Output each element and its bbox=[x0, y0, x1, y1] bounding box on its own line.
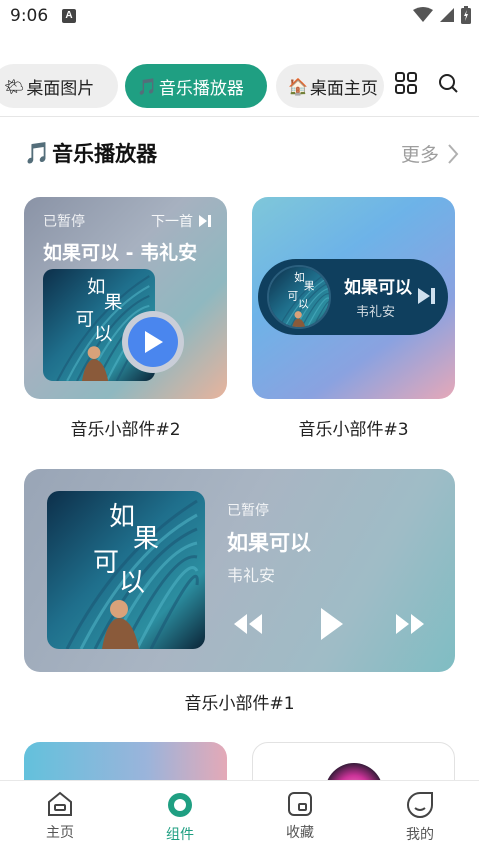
more-link[interactable]: 更多 bbox=[401, 140, 459, 167]
music-widget-1-card[interactable]: 如果可以 已暂停 如果可以 韦礼安 bbox=[24, 469, 455, 672]
grid-icon[interactable] bbox=[395, 72, 417, 94]
status-time: 9:06 bbox=[10, 6, 49, 26]
tab-wallpaper[interactable]: 🌤 桌面图片 bbox=[0, 64, 118, 108]
play-icon bbox=[145, 331, 163, 353]
widget-3-label: 音乐小部件#3 bbox=[298, 420, 409, 440]
home-icon bbox=[48, 791, 72, 816]
widget-icon bbox=[168, 793, 192, 817]
skip-next-icon[interactable] bbox=[418, 287, 436, 305]
album-art-title-char: 果 bbox=[133, 524, 159, 554]
album-art-title-char: 如 bbox=[87, 277, 105, 298]
music-note-icon: 🎵 bbox=[137, 76, 157, 96]
bottom-navigation: 主页 组件 收藏 我的 bbox=[0, 780, 479, 851]
nav-label: 我的 bbox=[406, 827, 434, 843]
album-art-title-char: 可 bbox=[76, 310, 94, 331]
status-bar: 9:06 A bbox=[0, 0, 479, 34]
widget-2-label: 音乐小部件#2 bbox=[70, 420, 181, 440]
fast-forward-icon[interactable] bbox=[395, 613, 425, 635]
signal-icon bbox=[440, 8, 454, 22]
track-title: 如果可以 bbox=[227, 531, 311, 555]
nav-label: 主页 bbox=[46, 825, 74, 841]
play-icon[interactable] bbox=[319, 607, 345, 641]
rewind-icon[interactable] bbox=[233, 613, 263, 635]
favorites-icon bbox=[288, 792, 312, 816]
tab-label: 桌面图片 bbox=[26, 78, 95, 99]
header-divider bbox=[0, 116, 479, 117]
album-art-title-char: 果 bbox=[104, 293, 122, 314]
search-icon[interactable] bbox=[437, 72, 459, 94]
track-title: 如果可以 bbox=[344, 278, 412, 298]
nav-favorites[interactable]: 收藏 bbox=[260, 791, 340, 842]
house-icon: 🏠 bbox=[288, 76, 308, 96]
category-tab-bar: 🌤 桌面图片 🎵 音乐播放器 🏠 桌面主页 bbox=[0, 58, 479, 114]
album-art-title-char: 可 bbox=[288, 290, 299, 302]
nav-label: 收藏 bbox=[286, 825, 314, 841]
music-note-icon: 🎵 bbox=[24, 140, 51, 165]
tab-label: 桌面主页 bbox=[309, 78, 378, 99]
artist-name: 韦礼安 bbox=[227, 566, 276, 585]
tab-label: 音乐播放器 bbox=[158, 78, 244, 99]
status-icons bbox=[413, 6, 471, 24]
playback-status: 已暂停 bbox=[227, 503, 269, 519]
nav-profile[interactable]: 我的 bbox=[380, 791, 460, 844]
playback-controls bbox=[227, 607, 437, 643]
album-cover: 如果可以 bbox=[47, 491, 205, 649]
nav-widgets[interactable]: 组件 bbox=[140, 791, 220, 844]
more-label: 更多 bbox=[400, 144, 439, 166]
tab-home-screen[interactable]: 🏠 桌面主页 bbox=[276, 64, 384, 108]
play-button[interactable] bbox=[122, 311, 184, 373]
nav-home[interactable]: 主页 bbox=[20, 791, 100, 842]
album-art-title-char: 如 bbox=[109, 502, 135, 532]
profile-icon bbox=[407, 792, 433, 818]
battery-icon bbox=[461, 6, 471, 24]
track-title: 如果可以 - 韦礼安 bbox=[43, 242, 198, 264]
section-title: 🎵 音乐播放器 bbox=[24, 138, 157, 168]
top-actions bbox=[395, 72, 459, 94]
music-widget-3-card[interactable]: 如果可以 如果可以 韦礼安 bbox=[252, 197, 455, 399]
album-art-title-char: 以 bbox=[298, 299, 309, 311]
artist-name: 韦礼安 bbox=[356, 305, 396, 320]
wifi-icon bbox=[413, 7, 433, 22]
nav-label: 组件 bbox=[166, 827, 194, 843]
next-label: 下一首 bbox=[151, 214, 193, 230]
album-art-image: 如果可以 bbox=[269, 267, 329, 327]
section-title-text: 音乐播放器 bbox=[52, 142, 158, 166]
notification-icon: A bbox=[62, 9, 76, 23]
album-art-title-char: 可 bbox=[93, 548, 119, 578]
skip-next-icon bbox=[199, 215, 211, 227]
tab-music-player[interactable]: 🎵 音乐播放器 bbox=[125, 64, 267, 108]
album-art-title-char: 果 bbox=[304, 281, 315, 293]
widget-1-label: 音乐小部件#1 bbox=[184, 694, 295, 714]
playback-status: 已暂停 bbox=[43, 214, 85, 230]
album-disc: 如果可以 bbox=[267, 265, 331, 329]
mini-player-pill: 如果可以 如果可以 韦礼安 bbox=[258, 259, 448, 335]
chevron-right-icon bbox=[448, 143, 459, 164]
next-track-button[interactable]: 下一首 bbox=[151, 211, 211, 231]
album-art-image: 如果可以 bbox=[47, 491, 205, 649]
weather-icon: 🌤 bbox=[4, 76, 25, 96]
album-art-title-char: 以 bbox=[119, 568, 145, 598]
music-widget-2-card[interactable]: 已暂停 下一首 如果可以 - 韦礼安 如果可以 bbox=[24, 197, 227, 399]
album-art-title-char: 以 bbox=[94, 324, 112, 345]
album-art-title-char: 如 bbox=[294, 271, 305, 284]
